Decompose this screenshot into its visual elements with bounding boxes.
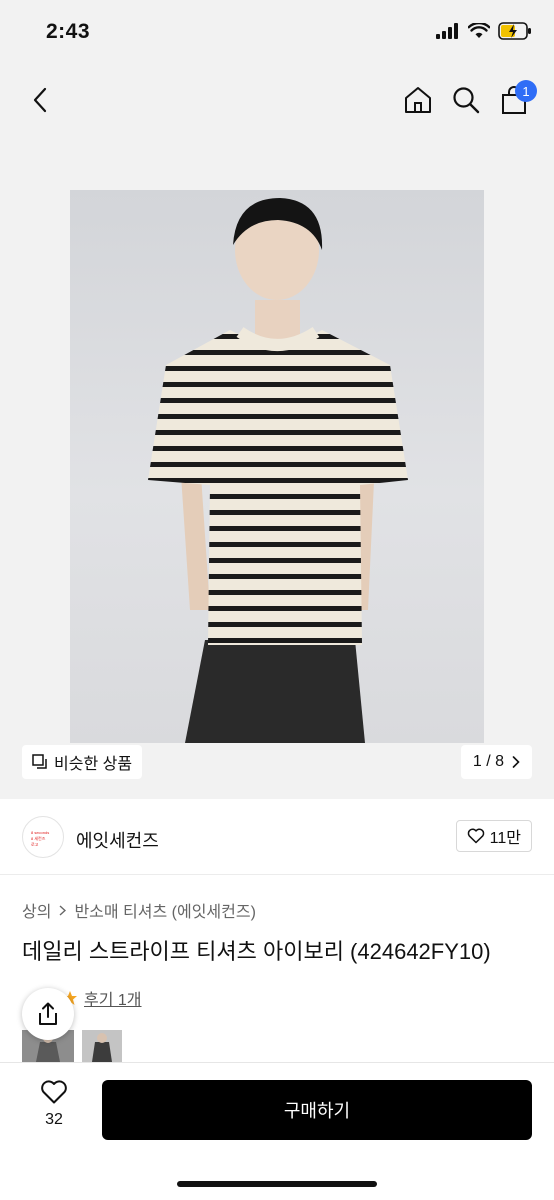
bottom-action-bar: 32 구매하기 [0, 1062, 554, 1200]
review-count-link[interactable]: 후기 1개 [84, 986, 142, 1010]
breadcrumb-item[interactable]: 반소매 티셔츠 (에잇세컨즈) [74, 898, 255, 922]
cart-count-badge: 1 [515, 80, 537, 102]
product-title: 데일리 스트라이프 티셔츠 아이보리 (424642FY10) [22, 939, 491, 964]
search-icon [453, 87, 480, 114]
gallery-page-counter[interactable]: 1 / 8 [460, 745, 532, 779]
color-thumbnail[interactable] [82, 1030, 122, 1062]
product-photo[interactable] [70, 190, 484, 743]
buy-button[interactable]: 구매하기 [102, 1080, 532, 1140]
cart-button[interactable]: 1 [494, 80, 537, 120]
wifi-icon [468, 23, 490, 38]
chevron-right-icon [59, 904, 67, 916]
home-indicator[interactable] [177, 1181, 377, 1187]
wishlist-button[interactable]: 32 [28, 1079, 80, 1139]
brand-like-button[interactable]: 11만 [455, 820, 532, 852]
signal-icon [436, 23, 458, 39]
status-time: 2:43 [46, 20, 91, 43]
similar-icon [32, 754, 47, 769]
model-wearing-striped-tshirt-image [148, 198, 408, 743]
home-icon [405, 87, 431, 113]
product-gallery[interactable]: 비슷한 상품 1 / 8 [0, 134, 554, 799]
breadcrumb-item[interactable]: 상의 [22, 898, 51, 922]
share-button[interactable] [22, 988, 74, 1040]
search-button[interactable] [446, 80, 486, 120]
wishlist-count: 32 [45, 1111, 63, 1128]
back-icon [33, 87, 47, 113]
thumbnail-image [82, 1030, 122, 1062]
status-icons [436, 22, 532, 40]
nav-bar: 1 [0, 66, 554, 134]
breadcrumb: 상의 반소매 티셔츠 (에잇세컨즈) [22, 898, 256, 922]
back-button[interactable] [22, 80, 58, 120]
chevron-right-icon [512, 756, 520, 768]
heart-icon [467, 828, 484, 844]
brand-row[interactable]: 8 seconds 8 세컨즈 로고 에잇세컨즈 11만 [0, 799, 554, 875]
heart-icon [41, 1080, 67, 1104]
brand-name[interactable]: 에잇세컨즈 [76, 827, 159, 853]
battery-charging-icon [498, 22, 531, 40]
brand-like-count: 11만 [489, 830, 521, 847]
gallery-page-indicator: 1 / 8 [472, 753, 504, 770]
brand-logo[interactable]: 8 seconds 8 세컨즈 로고 [22, 816, 64, 858]
home-button[interactable] [398, 80, 438, 120]
similar-products-label: 비슷한 상품 [54, 756, 133, 773]
similar-products-button[interactable]: 비슷한 상품 [22, 745, 143, 779]
status-bar: 2:43 [0, 0, 554, 66]
share-icon [39, 1002, 57, 1025]
